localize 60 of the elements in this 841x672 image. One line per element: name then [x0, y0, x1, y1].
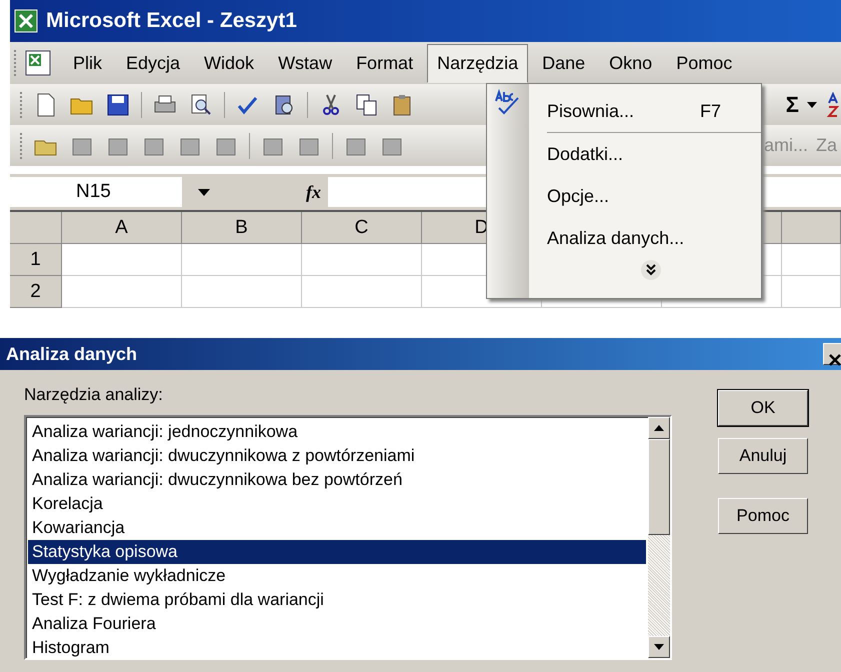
function-label[interactable]: fx	[306, 178, 328, 206]
dialog-button[interactable]: Pomoc	[718, 498, 808, 534]
scroll-down-button[interactable]	[648, 636, 670, 658]
dialog-button[interactable]: OK	[718, 390, 808, 426]
sheet-cell[interactable]	[182, 244, 302, 276]
list-item[interactable]: Kowariancja	[28, 516, 646, 540]
down-arrow-icon	[654, 644, 664, 650]
spreadsheet-icon[interactable]	[23, 48, 53, 78]
expand-chevron-icon[interactable]	[640, 259, 662, 281]
column-header[interactable]: A	[62, 212, 182, 244]
list-label: Narzędzia analizy:	[24, 384, 163, 406]
sheet-cell[interactable]	[302, 276, 422, 308]
sheet-cell[interactable]	[782, 244, 841, 276]
close-icon	[828, 352, 841, 367]
menu-item[interactable]: Pomoc	[666, 44, 742, 82]
sheet-cell[interactable]	[62, 244, 182, 276]
menu-item[interactable]: Plik	[63, 44, 112, 82]
list-item[interactable]: Wygładzanie wykładnicze	[28, 564, 646, 588]
sheet-cell[interactable]	[182, 276, 302, 308]
list-item[interactable]: Analiza wariancji: jednoczynnikowa	[28, 420, 646, 444]
sum-button[interactable]: Σ	[786, 88, 799, 121]
row-header[interactable]: 2	[10, 276, 62, 308]
menu-item[interactable]: Widok	[194, 44, 264, 82]
scrollbar[interactable]	[648, 417, 670, 658]
select-all-corner[interactable]	[10, 212, 62, 244]
list-item[interactable]: Analiza Fouriera	[28, 612, 646, 636]
row-header[interactable]: 1	[10, 244, 62, 276]
spreadsheet-icon	[14, 9, 38, 33]
menu-item[interactable]: Format	[346, 44, 424, 82]
list-item[interactable]: Histogram	[28, 636, 646, 660]
scroll-up-button[interactable]	[648, 417, 670, 439]
sheet-cell[interactable]	[782, 276, 841, 308]
dialog-title: Analiza danych	[6, 342, 138, 366]
sort-icon[interactable]	[825, 92, 841, 118]
caret-icon[interactable]	[198, 188, 210, 196]
list-item[interactable]: Test F: z dwiema próbami dla wariancji	[28, 588, 646, 612]
column-header[interactable]	[782, 212, 841, 244]
column-header[interactable]: B	[182, 212, 302, 244]
column-header[interactable]: C	[302, 212, 422, 244]
menu-item[interactable]: Okno	[599, 44, 662, 82]
spell-check-icon	[493, 88, 521, 116]
caret-icon[interactable]	[807, 102, 817, 108]
name-box[interactable]: N15	[10, 177, 182, 207]
menu-item[interactable]: Edycja	[116, 44, 190, 82]
dialog-button[interactable]: Anuluj	[718, 438, 808, 474]
sheet-cell[interactable]	[62, 276, 182, 308]
menu-item[interactable]: Pisownia... F7	[529, 90, 761, 132]
close-button[interactable]	[823, 343, 841, 365]
up-arrow-icon	[654, 425, 664, 431]
menu-item[interactable]: Dane	[532, 44, 596, 82]
list-item[interactable]: Korelacja	[28, 492, 646, 516]
list-item[interactable]: Statystyka opisowa	[28, 540, 646, 564]
list-item[interactable]: Analiza wariancji: dwuczynnikowa z powtórzeniami	[28, 444, 646, 468]
menu-item[interactable]: Wstaw	[268, 44, 342, 82]
scroll-thumb[interactable]	[648, 439, 670, 535]
window-title: Microsoft Excel - Zeszyt1	[46, 8, 297, 34]
menu-item[interactable]: Narzędzia	[427, 44, 528, 82]
menu-item[interactable]: Dodatki...	[529, 133, 761, 175]
sheet-cell[interactable]	[302, 244, 422, 276]
list-item[interactable]: Analiza wariancji: dwuczynnikowa bez powtórzeń	[28, 468, 646, 492]
